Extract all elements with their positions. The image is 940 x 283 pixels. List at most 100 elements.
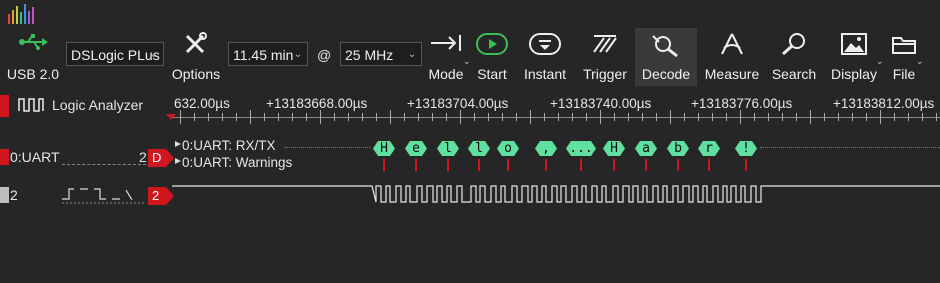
decoded-byte[interactable]: l (437, 141, 459, 156)
measure-button[interactable]: Measure (702, 28, 762, 86)
ruler-tick (460, 110, 461, 124)
compass-icon (721, 33, 743, 55)
app-logo (8, 4, 34, 24)
ruler-tick (544, 113, 545, 121)
warning-marker[interactable] (383, 159, 385, 171)
ruler-label: +13183740.00µs (550, 96, 652, 111)
mode-label: Mode (428, 66, 464, 82)
ruler-tick (474, 113, 475, 121)
ruler-tick (404, 113, 405, 121)
decoded-byte[interactable]: H (373, 141, 395, 156)
expand-arrow-icon[interactable] (174, 140, 182, 148)
decoded-byte[interactable]: H (603, 141, 625, 156)
ruler-tick (824, 113, 825, 121)
warning-marker[interactable] (447, 159, 449, 171)
ruler-tick (656, 113, 657, 121)
trigger-button[interactable]: Trigger (578, 28, 632, 86)
ruler-label: 632.00µs (174, 96, 230, 111)
decoder-badge[interactable]: D (148, 149, 174, 167)
file-label: File (892, 66, 916, 82)
chevron-down-icon: ⌄ (876, 56, 884, 66)
instant-label: Instant (523, 66, 567, 82)
warning-marker[interactable] (613, 159, 615, 171)
warning-marker[interactable] (708, 159, 710, 171)
decoded-byte[interactable]: e (405, 141, 427, 156)
uart-channel-baseline (62, 164, 146, 165)
decode-button[interactable]: Decode (635, 28, 697, 86)
warning-marker[interactable] (677, 159, 679, 171)
uart-channel-number: 2 (139, 149, 147, 165)
decoded-byte[interactable]: b (667, 141, 689, 156)
ruler-tick (558, 113, 559, 121)
decoded-byte[interactable]: ! (735, 141, 757, 156)
ruler-tick (236, 113, 237, 121)
ruler-tick (250, 110, 251, 124)
ruler-tick (306, 113, 307, 121)
chevron-down-icon: ⌄ (407, 49, 416, 60)
trigger-label: Trigger (583, 66, 627, 82)
decoded-byte[interactable]: l (468, 141, 490, 156)
decoder-row-line (760, 147, 940, 148)
decoded-byte[interactable]: r (698, 141, 720, 156)
decoded-byte[interactable]: o (497, 141, 519, 156)
uart-channel-marker (0, 149, 9, 165)
toolbar: USB 2.0 DSLogic PLus ⌄ Options 11.45 min… (0, 28, 940, 86)
ruler-tick (292, 113, 293, 121)
ch2-marker (0, 187, 9, 203)
warning-marker[interactable] (745, 159, 747, 171)
display-button[interactable]: Display ⌄ (826, 28, 884, 86)
decoded-byte[interactable]: ... (566, 141, 596, 156)
start-button[interactable]: Start (470, 28, 514, 86)
display-label: Display (831, 66, 877, 82)
warning-marker[interactable] (415, 159, 417, 171)
trigger-setting-icon[interactable] (62, 186, 146, 204)
play-icon (476, 33, 508, 55)
chevron-down-icon: ⌄ (149, 49, 158, 60)
decoded-byte[interactable]: , (535, 141, 557, 156)
measure-label: Measure (704, 66, 760, 82)
ruler-tick (264, 113, 265, 121)
rate-value: 25 MHz (345, 47, 394, 63)
pulse-icon (18, 98, 44, 112)
cursor-marker-icon[interactable] (165, 113, 177, 121)
ruler-tick (894, 113, 895, 121)
trigger-icon (593, 35, 617, 53)
duration-value: 11.45 min (233, 47, 294, 63)
ruler-tick (502, 113, 503, 121)
warning-marker[interactable] (507, 159, 509, 171)
ruler-tick (782, 113, 783, 121)
ruler-tick (180, 110, 181, 124)
ruler-tick (852, 113, 853, 121)
ruler-tick (446, 113, 447, 121)
warning-marker[interactable] (478, 159, 480, 171)
ruler-tick (642, 113, 643, 121)
warning-marker[interactable] (545, 159, 547, 171)
uart-channel-label[interactable]: 0:UART (10, 149, 60, 165)
ruler-tick (222, 113, 223, 121)
search-label: Search (771, 66, 817, 82)
file-button[interactable]: File ⌄ (886, 28, 924, 86)
warning-marker[interactable] (645, 159, 647, 171)
start-label: Start (477, 66, 507, 82)
expand-arrow-icon[interactable] (174, 157, 182, 165)
ruler-tick (908, 113, 909, 121)
ruler-tick (768, 113, 769, 121)
ruler-tick (936, 113, 937, 121)
instant-button[interactable]: Instant (518, 28, 572, 86)
chevron-down-icon: ⌄ (916, 56, 924, 66)
decoded-byte[interactable]: a (635, 141, 657, 156)
ruler-tick (530, 110, 531, 124)
ch2-badge[interactable]: 2 (148, 187, 174, 205)
duration-select[interactable]: 11.45 min ⌄ (228, 42, 308, 66)
ch2-waveform[interactable] (172, 180, 940, 210)
search-button[interactable]: Search (768, 28, 820, 86)
device-select[interactable]: DSLogic PLus ⌄ (66, 42, 164, 66)
ch2-label[interactable]: 2 (10, 187, 18, 203)
ruler-tick (698, 113, 699, 121)
ruler-tick (628, 113, 629, 121)
warning-marker[interactable] (580, 159, 582, 171)
mode-button[interactable]: Mode ⌄ (425, 28, 471, 86)
rate-select[interactable]: 25 MHz ⌄ (340, 42, 422, 66)
panel-title: Logic Analyzer (52, 97, 144, 113)
options-button[interactable]: Options (168, 28, 224, 86)
